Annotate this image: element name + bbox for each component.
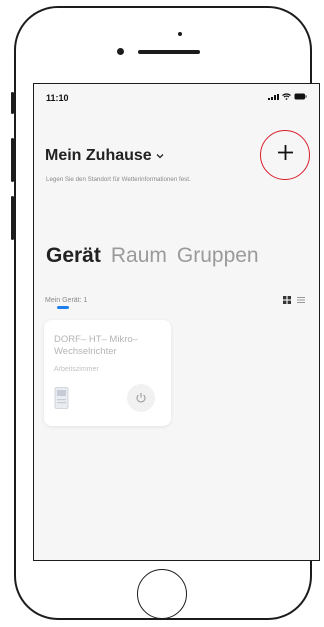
active-tab-indicator — [57, 306, 69, 309]
battery-icon — [294, 93, 307, 100]
home-name: Mein Zuhause — [45, 147, 152, 164]
app-screen: 11:10 Mein Zuhause Legen Sie den Standor… — [33, 83, 320, 561]
device-name: DORF– HT– Mikro– Wechselrichter — [54, 334, 138, 357]
phone-mockup: 11:10 Mein Zuhause Legen Sie den Standor… — [0, 0, 324, 627]
earpiece-speaker — [138, 50, 200, 54]
status-bar: 11:10 — [34, 84, 319, 110]
power-icon — [135, 392, 147, 404]
device-card[interactable]: DORF– HT– Mikro– Wechselrichter Arbeitsz… — [44, 320, 171, 426]
proximity-sensor — [117, 48, 124, 55]
status-icons — [268, 93, 307, 100]
list-view-icon[interactable] — [297, 296, 305, 304]
view-toggles — [283, 296, 305, 304]
device-room: Arbeitszimmer — [54, 366, 99, 373]
front-camera — [178, 32, 182, 36]
wifi-icon — [282, 93, 291, 100]
category-tabs: Gerät Raum Gruppen — [46, 244, 269, 268]
chevron-down-icon — [156, 153, 164, 159]
status-time: 11:10 — [46, 93, 69, 103]
home-selector[interactable]: Mein Zuhause — [45, 147, 164, 165]
home-button[interactable] — [137, 569, 187, 619]
add-device-button[interactable] — [260, 130, 310, 180]
weather-location-hint[interactable]: Legen Sie den Standort für Wetterinforma… — [46, 176, 191, 183]
signal-icon — [268, 94, 279, 100]
tab-gruppen[interactable]: Gruppen — [177, 244, 259, 268]
inverter-device-icon — [54, 387, 69, 409]
device-power-button[interactable] — [127, 384, 155, 412]
tab-geraet[interactable]: Gerät — [46, 244, 101, 268]
plus-icon — [277, 144, 294, 166]
tab-raum[interactable]: Raum — [111, 244, 167, 268]
device-count: Mein Gerät: 1 — [45, 297, 88, 304]
grid-view-icon[interactable] — [283, 296, 291, 304]
